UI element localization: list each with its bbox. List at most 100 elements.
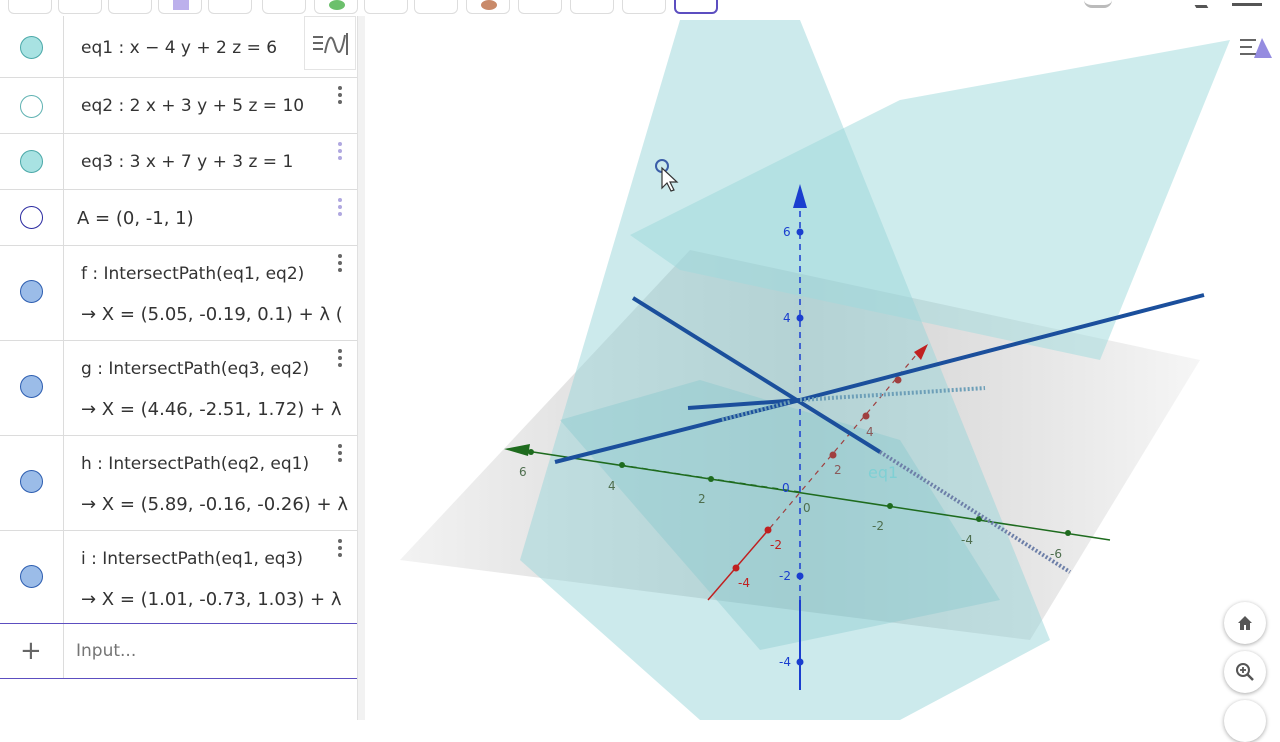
plane-eq1-label: eq1 <box>868 463 898 482</box>
algebra-view: eq1 : x − 4 y + 2 z = 6 eq2 : 2 x + 3 y … <box>0 16 357 720</box>
origin-label: 0 <box>782 481 790 495</box>
visibility-toggle[interactable] <box>20 36 43 59</box>
tool-circle[interactable] <box>262 0 306 14</box>
algebra-row-label: eq3 : 3 x + 7 y + 3 z = 1 <box>81 152 294 172</box>
graphics-style-icon <box>1240 38 1272 58</box>
algebra-row-value: → X = (5.89, -0.16, -0.26) + λ <box>81 494 348 515</box>
algebra-row-h[interactable]: h : IntersectPath(eq2, eq1) → X = (5.89,… <box>0 436 357 531</box>
algebra-row-label: h : IntersectPath(eq2, eq1) <box>81 454 310 474</box>
visibility-toggle[interactable] <box>20 470 43 493</box>
algebra-row-value: → X = (1.01, -0.73, 1.03) + λ <box>81 589 342 610</box>
panel-divider[interactable] <box>357 16 365 720</box>
tool-sphere[interactable] <box>314 0 358 14</box>
algebra-row-f[interactable]: f : IntersectPath(eq1, eq2) → X = (5.05,… <box>0 246 357 341</box>
tool-line[interactable] <box>108 0 152 14</box>
kebab-menu-icon[interactable] <box>336 86 344 108</box>
tool-move[interactable] <box>8 0 52 14</box>
tool-angle[interactable] <box>364 0 408 14</box>
toolbar <box>0 0 1280 16</box>
x-tick-label: 4 <box>866 425 874 439</box>
kebab-menu-icon[interactable] <box>336 444 344 466</box>
y-tick-label: 6 <box>519 465 527 479</box>
z-tick-label: 6 <box>783 225 791 239</box>
tool-pyramid[interactable] <box>414 0 458 14</box>
undo-icon[interactable] <box>1084 0 1112 8</box>
kebab-menu-icon[interactable] <box>336 198 344 220</box>
input-divider <box>63 624 64 678</box>
zoom-out-button[interactable] <box>1224 700 1266 742</box>
scene: 6 4 -2 -4 6 4 2 -2 -4 -6 4 2 -2 -4 0 0 e… <box>400 20 1230 720</box>
algebra-input[interactable] <box>76 638 346 664</box>
tool-view-rotate[interactable] <box>674 0 718 14</box>
menu-icon[interactable] <box>1232 3 1262 6</box>
algebra-row-label: i : IntersectPath(eq1, eq3) <box>81 549 304 569</box>
y-tick <box>1065 530 1071 536</box>
algebra-row-eq2[interactable]: eq2 : 2 x + 3 y + 5 z = 10 <box>0 78 357 134</box>
kebab-menu-icon[interactable] <box>336 254 344 276</box>
algebra-row-label: f : IntersectPath(eq1, eq2) <box>81 264 305 284</box>
x-tick <box>732 564 740 572</box>
algebra-row-value: → X = (5.05, -0.19, 0.1) + λ ( <box>81 304 343 325</box>
graphics-style-button[interactable] <box>1230 28 1276 68</box>
y-tick-label: -2 <box>872 519 884 533</box>
tool-text[interactable] <box>570 0 614 14</box>
z-tick <box>796 228 804 236</box>
graphics-3d-view[interactable]: 6 4 -2 -4 6 4 2 -2 -4 -6 4 2 -2 -4 0 0 e… <box>365 16 1280 720</box>
tool-slider[interactable] <box>622 0 666 14</box>
algebra-style-icon <box>313 33 348 55</box>
visibility-toggle[interactable] <box>20 565 43 588</box>
x-tick <box>829 451 837 459</box>
kebab-menu-icon[interactable] <box>336 142 344 164</box>
origin-label: 0 <box>803 501 811 515</box>
search-icon[interactable] <box>1191 0 1209 8</box>
add-icon[interactable]: + <box>20 636 42 666</box>
algebra-row-label: eq1 : x − 4 y + 2 z = 6 <box>81 38 278 58</box>
x-tick <box>894 376 902 384</box>
y-tick-label: 4 <box>608 479 616 493</box>
z-tick-label: -4 <box>779 655 791 669</box>
x-tick-label: 2 <box>834 463 842 477</box>
algebra-row-i[interactable]: i : IntersectPath(eq1, eq3) → X = (1.01,… <box>0 531 357 623</box>
algebra-style-button[interactable] <box>304 16 356 70</box>
algebra-row-label: eq2 : 2 x + 3 y + 5 z = 10 <box>81 96 305 116</box>
algebra-row-eq3[interactable]: eq3 : 3 x + 7 y + 3 z = 1 <box>0 134 357 190</box>
tool-polygon[interactable] <box>208 0 252 14</box>
algebra-row-label: g : IntersectPath(eq3, eq2) <box>81 359 310 379</box>
z-tick <box>796 572 804 580</box>
z-tick-label: 4 <box>783 311 791 325</box>
visibility-toggle[interactable] <box>20 206 43 229</box>
y-tick-label: -6 <box>1050 547 1062 561</box>
x-tick <box>862 412 870 420</box>
kebab-menu-icon[interactable] <box>336 539 344 561</box>
kebab-menu-icon[interactable] <box>336 349 344 371</box>
zoom-in-icon <box>1236 663 1254 681</box>
algebra-row-label: A = (0, -1, 1) <box>77 208 194 229</box>
visibility-toggle[interactable] <box>20 280 43 303</box>
algebra-row-g[interactable]: g : IntersectPath(eq3, eq2) → X = (4.46,… <box>0 341 357 436</box>
tool-point[interactable] <box>58 0 102 14</box>
tool-perpendicular[interactable] <box>158 0 202 14</box>
home-button[interactable] <box>1224 602 1266 644</box>
x-tick-label: -2 <box>770 538 782 552</box>
y-tick <box>708 476 714 482</box>
z-tick <box>796 314 804 322</box>
y-tick <box>528 449 534 455</box>
x-tick <box>764 526 772 534</box>
algebra-row-A[interactable]: A = (0, -1, 1) <box>0 190 357 246</box>
tool-rotate[interactable] <box>466 0 510 14</box>
visibility-toggle[interactable] <box>20 150 43 173</box>
zoom-in-button[interactable] <box>1224 651 1266 693</box>
visibility-toggle[interactable] <box>20 375 43 398</box>
x-tick-label: -4 <box>738 576 750 590</box>
input-row[interactable]: + <box>0 623 357 679</box>
y-tick-label: 2 <box>698 492 706 506</box>
home-icon <box>1238 616 1252 630</box>
algebra-row-eq1[interactable]: eq1 : x − 4 y + 2 z = 6 <box>0 16 357 78</box>
y-tick-label: -4 <box>961 533 973 547</box>
visibility-toggle[interactable] <box>20 95 43 118</box>
z-tick <box>796 658 804 666</box>
tool-reflect[interactable] <box>518 0 562 14</box>
y-tick <box>619 462 625 468</box>
z-tick-label: -2 <box>779 569 791 583</box>
algebra-row-value: → X = (4.46, -2.51, 1.72) + λ <box>81 399 342 420</box>
